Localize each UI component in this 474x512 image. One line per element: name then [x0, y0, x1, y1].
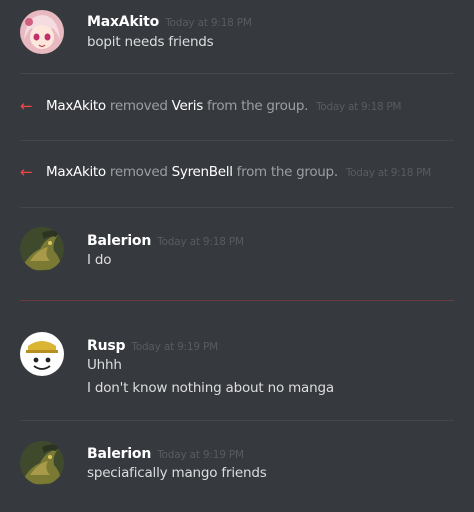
- dragon-avatar[interactable]: [20, 227, 64, 271]
- target-name[interactable]: SyrenBell: [172, 164, 233, 180]
- system-message-text: MaxAkito removed Veris from the group. To…: [46, 98, 402, 114]
- message-text: I don't know nothing about no manga: [87, 380, 334, 396]
- system-timestamp: Today at 9:18 PM: [316, 101, 402, 113]
- message-text: speciafically mango friends: [87, 465, 267, 481]
- dragon-avatar[interactable]: [20, 441, 64, 485]
- message-timestamp: Today at 9:18 PM: [157, 236, 244, 248]
- message-header: Rusp Today at 9:19 PM: [87, 335, 218, 354]
- system-message: ← MaxAkito removed SyrenBell from the gr…: [0, 141, 474, 207]
- leave-arrow-icon: ←: [20, 97, 33, 115]
- message-group: MaxAkito Today at 9:18 PM bopit needs fri…: [0, 0, 474, 70]
- author-name[interactable]: Balerion: [87, 233, 151, 249]
- message-text: I do: [87, 252, 112, 268]
- message-group: Balerion Today at 9:19 PM speciafically m…: [0, 421, 474, 512]
- system-message: ← MaxAkito removed Veris from the group.…: [0, 74, 474, 140]
- message-text: bopit needs friends: [87, 34, 214, 50]
- author-name[interactable]: MaxAkito: [87, 14, 159, 30]
- anime-girl-avatar[interactable]: [20, 10, 64, 54]
- message-header: Balerion Today at 9:18 PM: [87, 230, 244, 249]
- message-text: Uhhh: [87, 357, 122, 373]
- cartoon-face-avatar[interactable]: [20, 332, 64, 376]
- leave-arrow-icon: ←: [20, 163, 33, 181]
- message-header: Balerion Today at 9:19 PM: [87, 443, 244, 462]
- message-timestamp: Today at 9:18 PM: [165, 17, 252, 29]
- message-group: Rusp Today at 9:19 PM Uhhh I don't know n…: [0, 301, 474, 419]
- message-header: MaxAkito Today at 9:18 PM: [87, 11, 252, 30]
- system-verb: removed: [109, 164, 168, 180]
- system-timestamp: Today at 9:18 PM: [345, 167, 431, 179]
- system-suffix: from the group.: [236, 164, 338, 180]
- system-verb: removed: [109, 98, 168, 114]
- system-message-text: MaxAkito removed SyrenBell from the grou…: [46, 164, 431, 180]
- system-suffix: from the group.: [206, 98, 309, 114]
- message-timestamp: Today at 9:19 PM: [157, 449, 244, 461]
- author-name[interactable]: Rusp: [87, 338, 126, 354]
- actor-name[interactable]: MaxAkito: [46, 98, 106, 114]
- target-name[interactable]: Veris: [172, 98, 204, 114]
- author-name[interactable]: Balerion: [87, 446, 151, 462]
- chat-messages: MaxAkito Today at 9:18 PM bopit needs fri…: [0, 0, 474, 512]
- message-timestamp: Today at 9:19 PM: [131, 341, 219, 353]
- actor-name[interactable]: MaxAkito: [46, 164, 106, 180]
- message-group: Balerion Today at 9:18 PM I do: [0, 208, 474, 300]
